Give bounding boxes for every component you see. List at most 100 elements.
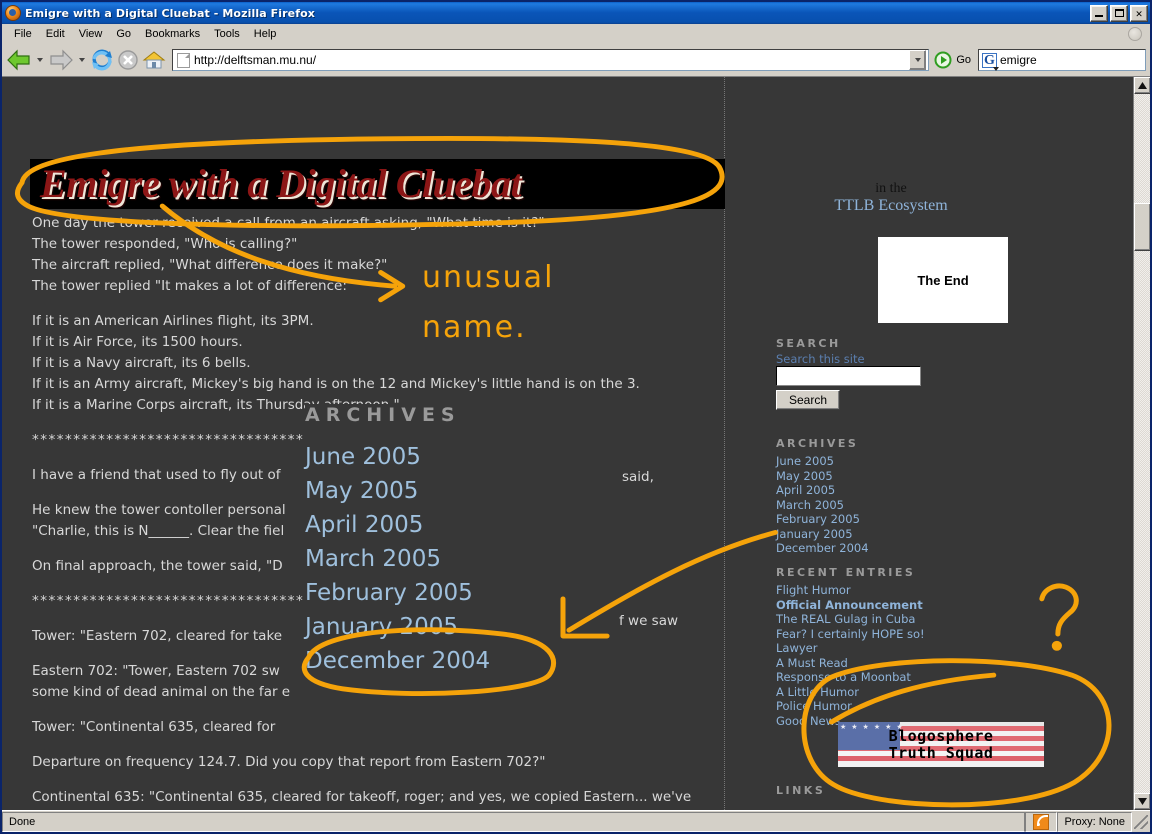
- post-line: One day the tower received a call from a…: [32, 215, 545, 231]
- menu-tools[interactable]: Tools: [208, 26, 246, 42]
- google-icon[interactable]: G: [982, 52, 999, 71]
- blogosphere-truth-squad-banner[interactable]: Blogosphere Truth Squad: [838, 722, 1044, 767]
- recent-entry-link[interactable]: Fear? I certainly HOPE so!: [776, 627, 925, 642]
- archive-link[interactable]: May 2005: [776, 469, 869, 484]
- archives-overlay-heading: ARCHIVES: [305, 404, 461, 426]
- the-end-caption: The End: [917, 272, 969, 288]
- archives-overlay-item[interactable]: January 2005: [305, 610, 565, 644]
- proxy-status[interactable]: Proxy: None: [1057, 811, 1132, 832]
- title-bar: Emigre with a Digital Cluebat - Mozilla …: [2, 2, 1150, 24]
- close-button[interactable]: ✕: [1130, 4, 1148, 22]
- menu-help[interactable]: Help: [248, 26, 283, 42]
- search-bar[interactable]: G emigre: [978, 49, 1146, 71]
- post-line: If it is an Army aircraft, Mickey's big …: [32, 376, 640, 392]
- resize-grip-icon[interactable]: [1134, 814, 1148, 829]
- truth-squad-line2: Truth Squad: [888, 743, 994, 762]
- scrollbar-thumb[interactable]: [1134, 203, 1150, 251]
- recent-entry-link[interactable]: Response to a Moonbat: [776, 670, 925, 685]
- post-line: If it is an American Airlines flight, it…: [32, 313, 314, 329]
- forward-dropdown-icon: [79, 58, 85, 62]
- recent-entries-list: Flight Humor Official Announcement The R…: [776, 583, 925, 728]
- browser-window: Emigre with a Digital Cluebat - Mozilla …: [0, 0, 1152, 834]
- archive-link[interactable]: February 2005: [776, 512, 869, 527]
- occluded-fragment: f we saw: [619, 613, 679, 629]
- page-icon: [177, 52, 190, 68]
- back-dropdown-icon[interactable]: [37, 58, 43, 62]
- the-end-image[interactable]: The End: [878, 237, 1008, 323]
- archive-link[interactable]: December 2004: [776, 541, 869, 556]
- reload-button[interactable]: [90, 48, 114, 72]
- maximize-button[interactable]: [1110, 4, 1128, 22]
- search-heading: SEARCH: [776, 337, 841, 350]
- recent-entry-link[interactable]: Official Announcement: [776, 598, 925, 613]
- url-text[interactable]: http://delftsman.mu.nu/: [194, 53, 909, 67]
- page-scrollbar[interactable]: [1133, 77, 1150, 810]
- recent-entry-link[interactable]: Police Humor: [776, 699, 925, 714]
- web-page: Emigre with a Digital Cluebat One day th…: [2, 77, 1133, 810]
- archives-overlay-item[interactable]: February 2005: [305, 576, 565, 610]
- archive-link[interactable]: January 2005: [776, 527, 869, 542]
- archive-link[interactable]: April 2005: [776, 483, 869, 498]
- status-bar: Done Proxy: None: [2, 810, 1150, 832]
- firefox-icon: [5, 5, 21, 21]
- go-label: Go: [956, 54, 971, 66]
- url-bar[interactable]: http://delftsman.mu.nu/: [172, 49, 930, 71]
- occluded-fragment: said,: [622, 469, 654, 485]
- scroll-up-icon[interactable]: [1134, 77, 1150, 94]
- annotation-name: name.: [422, 310, 527, 345]
- archives-heading: ARCHIVES: [776, 437, 859, 450]
- go-button[interactable]: Go: [931, 51, 976, 69]
- archives-overlay-item[interactable]: December 2004: [305, 644, 565, 678]
- post-line: some kind of dead animal on the far e: [32, 684, 291, 700]
- recent-entry-link[interactable]: A Little Humor: [776, 685, 925, 700]
- archives-overlay-item[interactable]: May 2005: [305, 474, 565, 508]
- home-button[interactable]: [142, 48, 166, 72]
- post-line: already notified our caterers.": [32, 808, 722, 810]
- navigation-toolbar: http://delftsman.mu.nu/ Go G emigre: [2, 44, 1150, 76]
- archive-link[interactable]: March 2005: [776, 498, 869, 513]
- url-dropdown-icon[interactable]: [909, 50, 927, 70]
- menu-file[interactable]: File: [8, 26, 38, 42]
- archive-link[interactable]: June 2005: [776, 454, 869, 469]
- ecosystem-pre-text: in the: [875, 181, 907, 196]
- recent-entry-link[interactable]: A Must Read: [776, 656, 925, 671]
- sidebar: in the TTLB Ecosystem The End SEARCH Sea…: [726, 77, 1131, 810]
- menu-bar: File Edit View Go Bookmarks Tools Help: [2, 24, 1150, 44]
- menubar-decoration-icon: [1128, 27, 1142, 41]
- post-line: Departure on frequency 124.7. Did you co…: [32, 754, 546, 770]
- post-line: Continental 635: "Continental 635, clear…: [32, 789, 692, 805]
- site-banner: Emigre with a Digital Cluebat: [30, 159, 725, 209]
- links-heading: LINKS: [776, 784, 826, 797]
- menu-view[interactable]: View: [73, 26, 109, 42]
- post-line: If it is a Navy aircraft, its 6 bells.: [32, 355, 251, 371]
- annotation-unusual: unusual: [422, 260, 555, 295]
- recent-entry-link[interactable]: Flight Humor: [776, 583, 925, 598]
- archives-list: June 2005 May 2005 April 2005 March 2005…: [776, 454, 869, 556]
- rss-icon[interactable]: [1033, 813, 1050, 830]
- site-search-input[interactable]: [776, 366, 921, 386]
- site-search-button[interactable]: Search: [776, 390, 840, 410]
- recent-entries-heading: RECENT ENTRIES: [776, 566, 916, 579]
- post-line: Tower: "Continental 635, cleared for: [32, 719, 276, 735]
- truth-squad-line1: Blogosphere: [888, 726, 994, 745]
- recent-entry-link[interactable]: Lawyer: [776, 641, 925, 656]
- post-line: If it is Air Force, its 1500 hours.: [32, 334, 243, 350]
- recent-entry-link[interactable]: The REAL Gulag in Cuba: [776, 612, 925, 627]
- menu-go[interactable]: Go: [110, 26, 137, 42]
- post-line: The aircraft replied, "What difference d…: [32, 257, 388, 273]
- menu-bookmarks[interactable]: Bookmarks: [139, 26, 206, 42]
- archives-overlay-item[interactable]: April 2005: [305, 508, 565, 542]
- archives-overlay-item[interactable]: June 2005: [305, 440, 565, 474]
- archives-overlay-item[interactable]: March 2005: [305, 542, 565, 576]
- search-this-site-link[interactable]: Search this site: [776, 352, 865, 366]
- ttlb-ecosystem-link[interactable]: TTLB Ecosystem: [726, 197, 1056, 215]
- scroll-down-icon[interactable]: [1134, 793, 1150, 810]
- search-input[interactable]: emigre: [1000, 53, 1037, 67]
- back-button[interactable]: [6, 48, 32, 72]
- window-title: Emigre with a Digital Cluebat - Mozilla …: [25, 6, 315, 20]
- post-line: The tower replied "It makes a lot of dif…: [32, 278, 347, 294]
- menu-edit[interactable]: Edit: [40, 26, 71, 42]
- minimize-button[interactable]: [1090, 4, 1108, 22]
- rss-feed-button[interactable]: [1025, 811, 1058, 832]
- stop-button: [116, 48, 140, 72]
